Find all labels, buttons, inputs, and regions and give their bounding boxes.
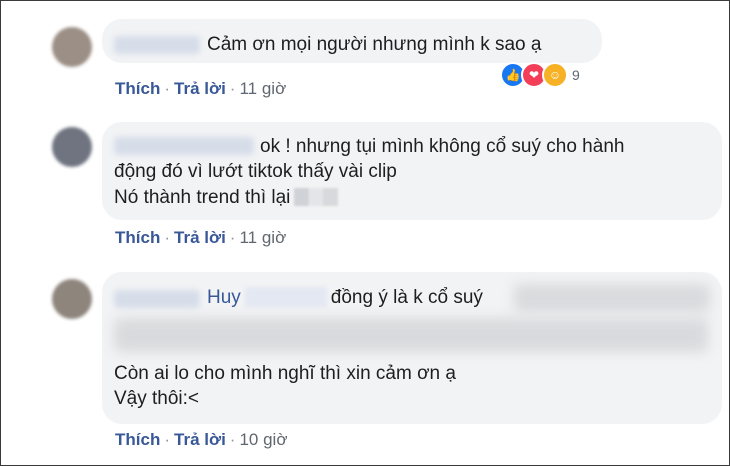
comment-text: ok ! nhưng tụi mình không cổ suý cho hàn…	[260, 136, 625, 157]
commenter-name[interactable]	[114, 36, 200, 54]
mentioned-user[interactable]: Huy	[207, 287, 241, 308]
reaction-count: 9	[572, 67, 580, 83]
comment-mention-line: Huy đồng ý là k cổ suý	[207, 286, 483, 310]
comment-timestamp[interactable]: 11 giờ	[239, 228, 286, 247]
avatar[interactable]	[52, 279, 92, 319]
comment-text-line: Nó thành trend thì lại	[114, 186, 339, 210]
comment-actions: Thích · Trả lời · 10 giờ	[115, 430, 288, 449]
like-button[interactable]: Thích	[115, 79, 160, 98]
comment-timestamp[interactable]: 10 giờ	[239, 430, 287, 449]
commenter-name[interactable]	[114, 290, 200, 308]
care-icon: ☺	[542, 62, 568, 88]
like-button[interactable]: Thích	[115, 430, 160, 449]
comment-text: động đó vì lướt tiktok thấy vài clip	[114, 161, 397, 182]
censored-name	[244, 287, 327, 307]
reply-button[interactable]: Trả lời	[174, 228, 226, 247]
avatar[interactable]	[52, 27, 92, 67]
avatar[interactable]	[52, 127, 92, 167]
comment-text: Nó thành trend thì lại	[114, 187, 291, 208]
censored-word	[294, 188, 339, 206]
like-button[interactable]: Thích	[115, 228, 160, 247]
comment-timestamp[interactable]: 11 giờ	[239, 79, 286, 98]
reply-button[interactable]: Trả lời	[174, 430, 226, 449]
comment-text: Vậy thôi:<	[114, 388, 200, 409]
censored-text	[514, 284, 710, 312]
comment-text: Còn ai lo cho mình nghĩ thì xin cảm ơn ạ	[114, 363, 456, 384]
reply-button[interactable]: Trả lời	[174, 79, 226, 98]
censored-text	[114, 318, 708, 352]
commenter-name[interactable]	[114, 137, 254, 155]
comment-text: đồng ý là k cổ suý	[330, 287, 483, 308]
comment-actions: Thích · Trả lời · 11 giờ	[115, 228, 287, 247]
comment-actions: Thích · Trả lời · 11 giờ	[115, 79, 287, 98]
reactions-summary[interactable]: 👍 ❤ ☺ 9	[500, 62, 580, 88]
comment-text: Cảm ơn mọi người nhưng mình k sao ạ	[207, 34, 542, 55]
